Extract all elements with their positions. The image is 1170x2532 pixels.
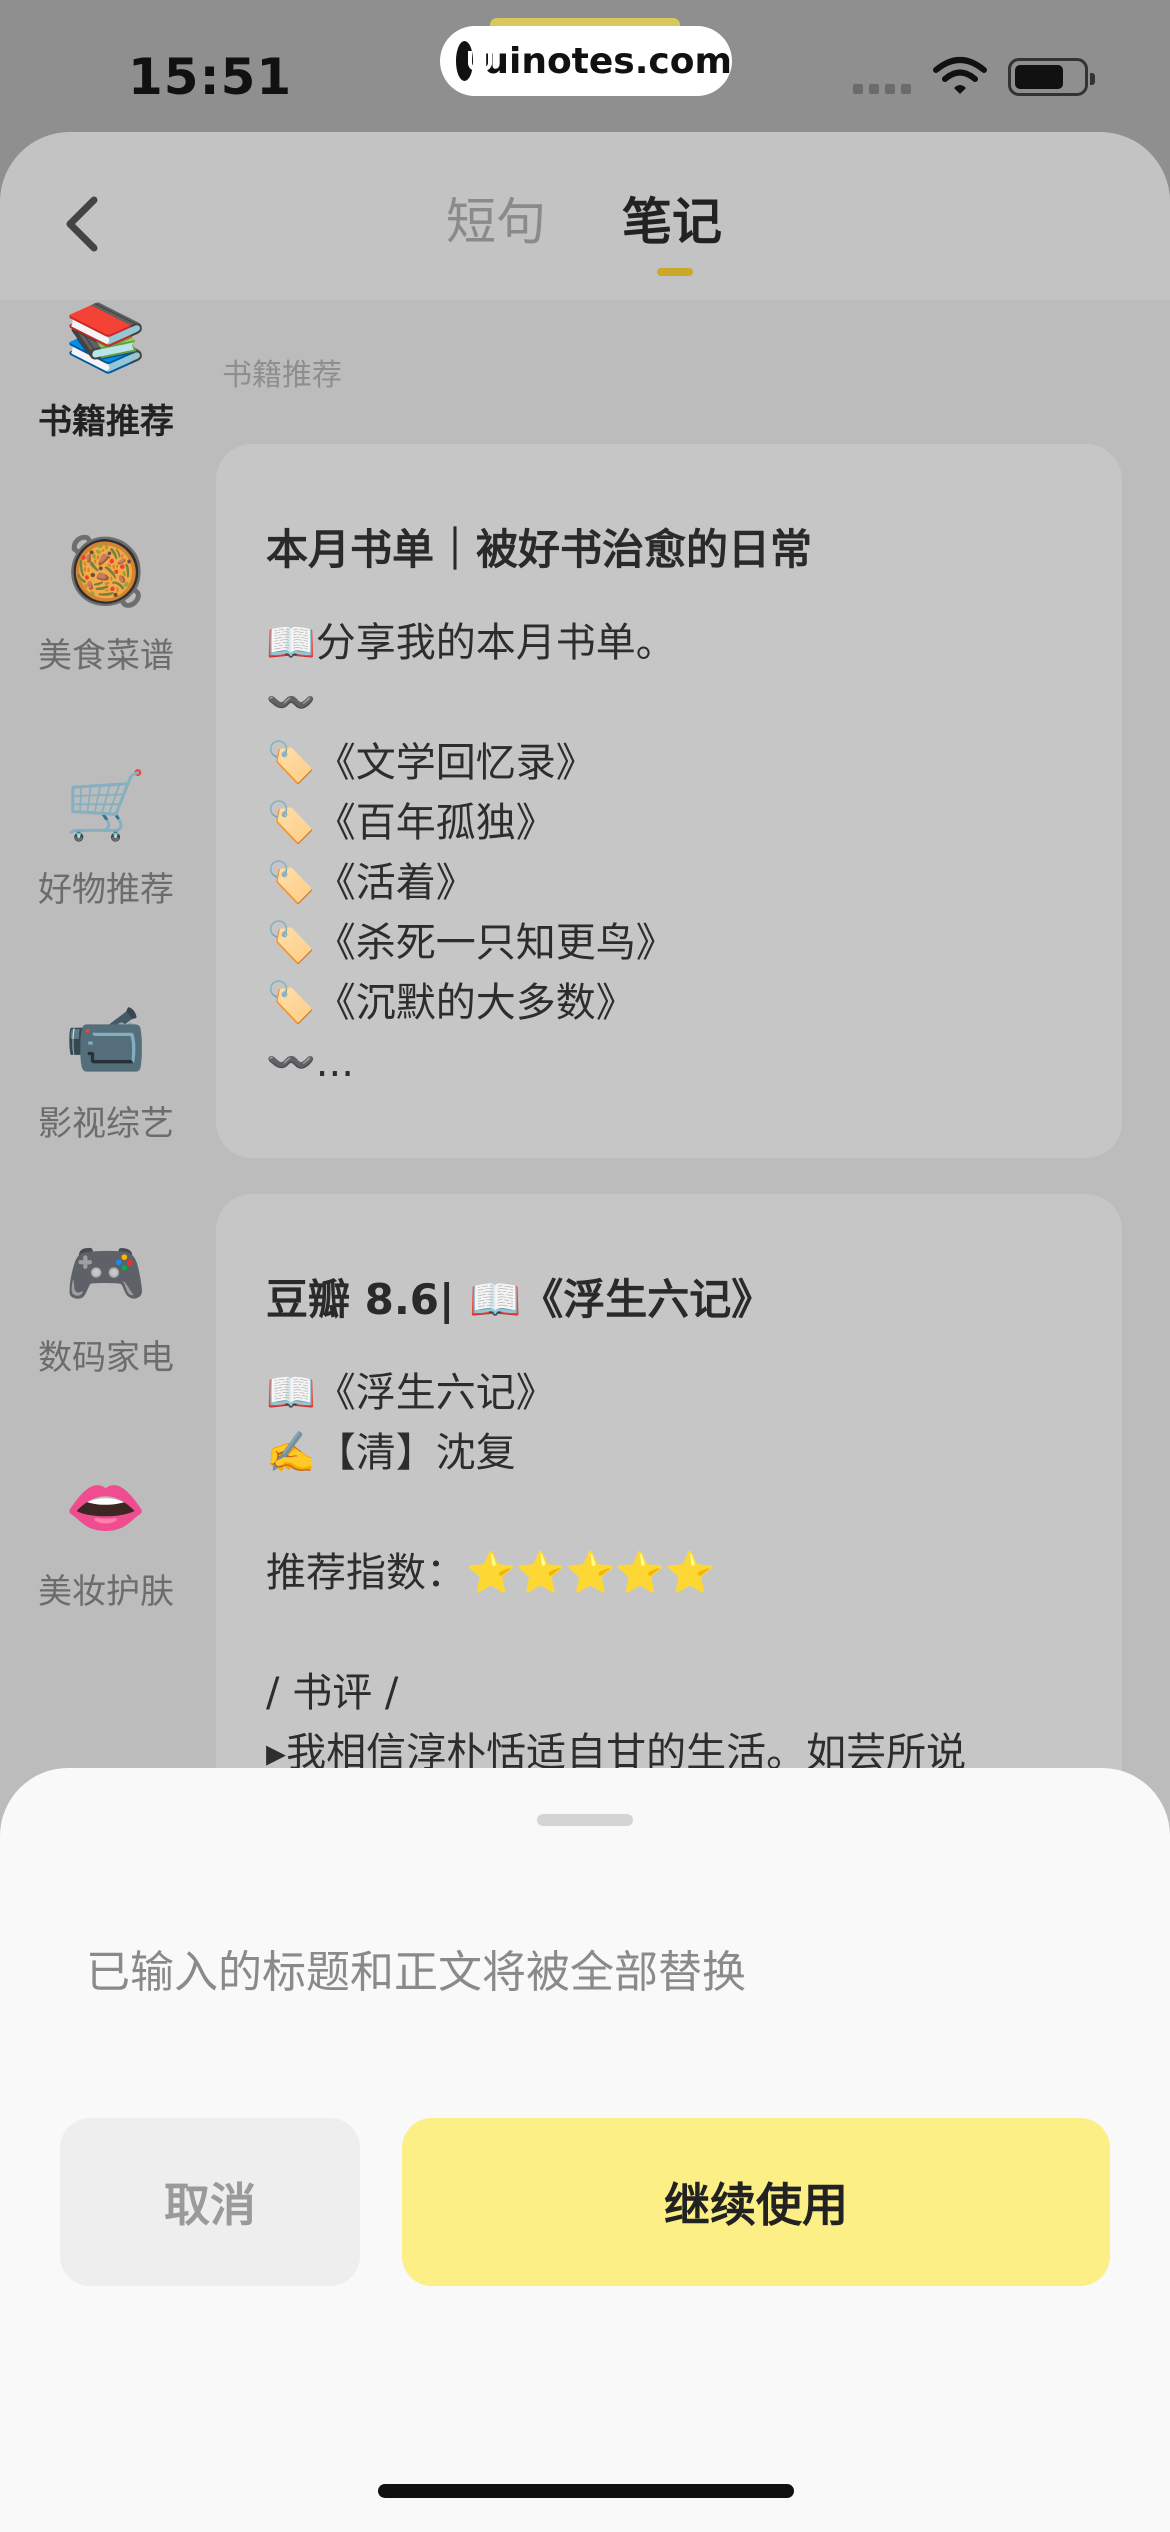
tab-short-sentences[interactable]: 短句: [446, 182, 546, 254]
wifi-icon: [933, 57, 987, 94]
sidebar-item-label: 数码家电: [38, 1338, 174, 1378]
battery-icon: [1008, 58, 1095, 96]
note-line: 🏷️《沉默的大多数》: [266, 980, 636, 1026]
continue-button[interactable]: 继续使用: [402, 2118, 1110, 2286]
active-tab-indicator: [657, 268, 693, 276]
note-card-title: 豆瓣 8.6| 📖《浮生六记》: [266, 1275, 774, 1324]
watermark-text: uinotes.com: [483, 40, 732, 82]
sidebar-item-digital[interactable]: 🎮 数码家电: [0, 1236, 212, 1379]
note-line: 〰️...: [266, 1040, 354, 1086]
sidebar-item-label: 美食菜谱: [38, 636, 174, 676]
watermark-badge: uinotes.com: [440, 26, 732, 96]
page-header: 短句 笔记: [0, 132, 1170, 300]
sidebar-item-label: 影视综艺: [38, 1104, 174, 1144]
note-line: 📖分享我的本月书单。: [266, 620, 676, 666]
lips-icon: 👄: [64, 1469, 148, 1546]
uinotes-logo-icon: [456, 41, 493, 81]
status-bar: 15:51 uinotes.com: [0, 0, 1170, 140]
note-line: [266, 1603, 1072, 1663]
note-card-title: 本月书单｜被好书治愈的日常: [266, 525, 813, 574]
status-time: 15:51: [128, 48, 293, 106]
cellular-signal-icon: [853, 84, 911, 94]
sidebar-item-video[interactable]: 📹 影视综艺: [0, 1002, 212, 1145]
sidebar-item-beauty[interactable]: 👄 美妆护肤: [0, 1470, 212, 1613]
video-camera-icon: 📹: [64, 1001, 148, 1078]
sidebar-item-goods[interactable]: 🛒 好物推荐: [0, 768, 212, 911]
books-icon: 📚: [64, 299, 148, 376]
dialog-message: 已输入的标题和正文将被全部替换: [86, 1947, 746, 1998]
sidebar-item-books[interactable]: 📚 书籍推荐: [0, 300, 212, 443]
note-card[interactable]: 本月书单｜被好书治愈的日常 📖分享我的本月书单。 〰️ 🏷️《文学回忆录》 🏷️…: [216, 444, 1122, 1158]
food-pan-icon: 🥘: [64, 533, 148, 610]
sidebar-item-food[interactable]: 🥘 美食菜谱: [0, 534, 212, 677]
gamepad-icon: 🎮: [64, 1235, 148, 1312]
note-line: 🏷️《杀死一只知更鸟》: [266, 920, 676, 966]
shopping-cart-icon: 🛒: [64, 767, 148, 844]
note-line: 〰️: [266, 680, 316, 726]
note-line: [266, 1483, 1072, 1543]
note-line: 🏷️《百年孤独》: [266, 800, 556, 846]
note-line: ✍️【清】沈复: [266, 1430, 516, 1476]
tab-notes[interactable]: 笔记: [622, 182, 722, 254]
back-chevron-icon[interactable]: [62, 194, 102, 254]
sidebar-item-label: 好物推荐: [38, 870, 174, 910]
note-line: 推荐指数：⭐⭐⭐⭐⭐: [266, 1550, 716, 1596]
note-line: / 书评 /: [266, 1670, 399, 1716]
note-line: 📖《浮生六记》: [266, 1370, 556, 1416]
cancel-button[interactable]: 取消: [60, 2118, 360, 2286]
home-indicator: [378, 2484, 794, 2498]
sidebar-item-label: 书籍推荐: [38, 402, 174, 442]
sheet-drag-handle[interactable]: [537, 1814, 633, 1826]
replace-confirm-sheet: 已输入的标题和正文将被全部替换 取消 继续使用: [0, 1768, 1170, 2532]
section-label: 书籍推荐: [222, 358, 342, 393]
sidebar-item-label: 美妆护肤: [38, 1572, 174, 1612]
note-line: 🏷️《活着》: [266, 860, 476, 906]
note-line: 🏷️《文学回忆录》: [266, 740, 596, 786]
